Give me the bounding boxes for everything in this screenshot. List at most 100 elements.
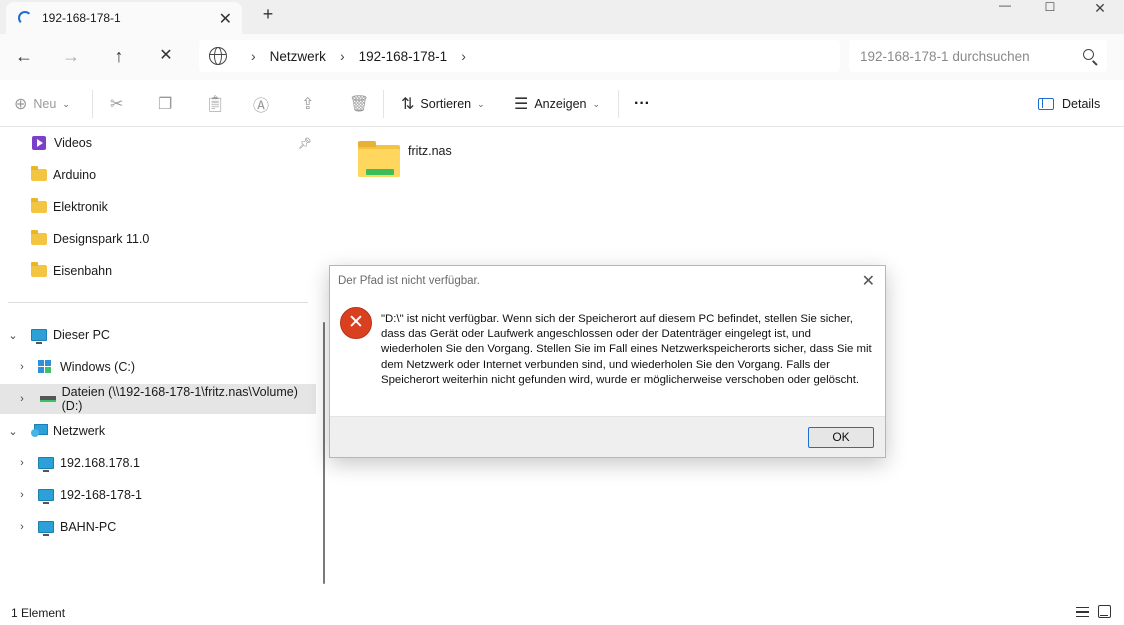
sidebar-divider bbox=[8, 302, 308, 303]
scissors-icon: ✂ bbox=[110, 96, 124, 113]
chevron-right-icon[interactable]: › bbox=[16, 489, 28, 501]
file-item-name[interactable]: fritz.nas bbox=[408, 144, 452, 158]
close-window-button[interactable]: ✕ bbox=[1080, 0, 1120, 16]
sidebar-item-network-drive-d[interactable]: › Dateien (\\192-168-178-1\fritz.nas\Vol… bbox=[0, 384, 316, 414]
sidebar-item-label: Arduino bbox=[53, 168, 97, 182]
sidebar-item-netzwerk[interactable]: ⌄ Netzwerk bbox=[0, 416, 316, 446]
ok-button[interactable]: OK bbox=[808, 427, 874, 448]
paste-button[interactable]: 📋︎ bbox=[205, 93, 231, 115]
copy-button[interactable]: ❐ bbox=[158, 93, 178, 115]
rename-button[interactable]: Ⓐ bbox=[253, 93, 275, 115]
sort-button[interactable]: ⇅ Sortieren ⌄ bbox=[401, 93, 485, 115]
delete-button[interactable]: 🗑︎ bbox=[349, 93, 375, 115]
copy-icon: ❐ bbox=[158, 96, 173, 113]
view-button[interactable]: ☰ Anzeigen ⌄ bbox=[514, 93, 600, 115]
sidebar-item-label: Netzwerk bbox=[53, 424, 106, 438]
tiles-view-icon[interactable] bbox=[1098, 605, 1111, 618]
video-icon bbox=[32, 136, 46, 150]
pin-icon[interactable]: 📌︎ bbox=[298, 137, 312, 150]
search-input[interactable] bbox=[860, 48, 1070, 64]
sidebar-item-eisenbahn[interactable]: Eisenbahn bbox=[0, 256, 316, 286]
new-button-label: Neu bbox=[33, 97, 57, 111]
item-count: 1 Element bbox=[11, 606, 66, 620]
maximize-button[interactable]: ☐ bbox=[1030, 0, 1070, 14]
plus-circle-icon: ⊕ bbox=[14, 96, 28, 113]
chevron-down-icon: ⌄ bbox=[62, 98, 70, 109]
new-button[interactable]: ⊕ Neu ⌄ bbox=[14, 93, 70, 115]
stop-loading-button[interactable]: ✕ bbox=[152, 43, 180, 69]
sidebar-item-host-2[interactable]: › 192-168-178-1 bbox=[0, 480, 316, 510]
search-icon[interactable] bbox=[1083, 49, 1094, 60]
chevron-right-icon[interactable]: › bbox=[16, 393, 28, 405]
share-icon: ⇪ bbox=[301, 96, 315, 113]
share-button[interactable]: ⇪ bbox=[301, 93, 320, 115]
cut-button[interactable]: ✂ bbox=[110, 93, 129, 115]
tab-bar: 192-168-178-1 ✕ + — ☐ ✕ bbox=[0, 0, 1124, 34]
details-button-label: Details bbox=[1062, 97, 1101, 111]
trash-icon: 🗑︎ bbox=[349, 96, 370, 113]
minimize-button[interactable]: — bbox=[985, 0, 1025, 12]
sidebar-item-windows-c[interactable]: › Windows (C:) bbox=[0, 352, 316, 382]
view-button-label: Anzeigen bbox=[534, 97, 587, 111]
breadcrumb-host[interactable]: 192-168-178-1 bbox=[359, 49, 448, 64]
error-icon: ✕ bbox=[340, 307, 372, 339]
address-row: ← → ↑ ✕ › Netzwerk › 192-168-178-1 › bbox=[0, 34, 1124, 80]
navigation-pane: Videos 📌︎ Arduino Elektronik Designspark… bbox=[0, 127, 318, 602]
dialog-close-icon[interactable]: ✕ bbox=[862, 271, 875, 291]
sidebar-item-label: BAHN-PC bbox=[60, 520, 117, 534]
breadcrumb-separator[interactable]: › bbox=[340, 48, 345, 64]
sidebar-item-this-pc[interactable]: ⌄ Dieser PC bbox=[0, 320, 316, 350]
sidebar-item-label: 192.168.178.1 bbox=[60, 456, 140, 470]
chevron-right-icon[interactable]: › bbox=[16, 521, 28, 533]
details-view-icon[interactable] bbox=[1076, 607, 1089, 617]
new-tab-button[interactable]: + bbox=[258, 4, 278, 26]
breadcrumb-separator[interactable]: › bbox=[461, 48, 466, 64]
sidebar-item-label: Videos bbox=[54, 136, 92, 150]
breadcrumb-netzwerk[interactable]: Netzwerk bbox=[270, 49, 326, 64]
sort-button-label: Sortieren bbox=[420, 97, 472, 111]
tab-title: 192-168-178-1 bbox=[42, 11, 121, 25]
view-list-icon: ☰ bbox=[514, 96, 529, 113]
dialog-title: Der Pfad ist nicht verfügbar. bbox=[338, 275, 480, 287]
search-box[interactable] bbox=[849, 40, 1107, 72]
folder-icon bbox=[31, 198, 47, 213]
sidebar-item-label: Eisenbahn bbox=[53, 264, 113, 278]
folder-icon bbox=[31, 262, 47, 277]
sidebar-item-designspark[interactable]: Designspark 11.0 bbox=[0, 224, 316, 254]
sidebar-item-videos[interactable]: Videos 📌︎ bbox=[0, 128, 316, 158]
command-bar: ⊕ Neu ⌄ ✂ ❐ 📋︎ Ⓐ ⇪ 🗑︎ ⇅ Sortieren ⌄ ☰ An… bbox=[0, 80, 1124, 127]
sidebar-item-label: Windows (C:) bbox=[60, 360, 136, 374]
network-folder-icon[interactable] bbox=[358, 141, 400, 177]
chevron-down-icon[interactable]: ⌄ bbox=[7, 425, 19, 438]
breadcrumb-separator[interactable]: › bbox=[251, 48, 256, 64]
dialog-footer: OK bbox=[330, 416, 885, 457]
computer-icon bbox=[31, 329, 47, 344]
up-button[interactable]: ↑ bbox=[105, 43, 133, 69]
sidebar-item-label: 192-168-178-1 bbox=[60, 488, 143, 502]
loading-spinner-icon bbox=[18, 11, 32, 25]
tab-close-icon[interactable]: ✕ bbox=[219, 9, 232, 29]
sidebar-item-label: Dieser PC bbox=[53, 328, 110, 342]
sidebar-item-host-3[interactable]: › BAHN-PC bbox=[0, 512, 316, 542]
dialog-message: "D:\" ist nicht verfügbar. Wenn sich der… bbox=[381, 313, 872, 386]
sidebar-item-arduino[interactable]: Arduino bbox=[0, 160, 316, 190]
chevron-right-icon[interactable]: › bbox=[16, 361, 28, 373]
sort-icon: ⇅ bbox=[401, 96, 415, 113]
tab-active[interactable]: 192-168-178-1 ✕ bbox=[6, 2, 242, 34]
chevron-down-icon[interactable]: ⌄ bbox=[7, 329, 19, 342]
sidebar-item-elektronik[interactable]: Elektronik bbox=[0, 192, 316, 222]
dialog-titlebar: Der Pfad ist nicht verfügbar. ✕ bbox=[330, 266, 885, 297]
chevron-right-icon[interactable]: › bbox=[16, 457, 28, 469]
sidebar-item-label: Designspark 11.0 bbox=[53, 232, 150, 246]
back-button[interactable]: ← bbox=[10, 43, 38, 69]
folder-icon bbox=[31, 230, 47, 245]
sidebar-scrollbar[interactable] bbox=[323, 322, 325, 584]
details-button[interactable]: Details bbox=[1038, 93, 1100, 115]
forward-button[interactable]: → bbox=[57, 43, 85, 69]
chevron-down-icon: ⌄ bbox=[592, 98, 601, 109]
network-drive-icon bbox=[40, 396, 56, 402]
sidebar-item-host-1[interactable]: › 192.168.178.1 bbox=[0, 448, 316, 478]
more-options-button[interactable]: ··· bbox=[634, 93, 650, 115]
address-bar[interactable]: › Netzwerk › 192-168-178-1 › bbox=[199, 40, 840, 72]
sidebar-item-label: Dateien (\\192-168-178-1\fritz.nas\Volum… bbox=[61, 385, 298, 413]
